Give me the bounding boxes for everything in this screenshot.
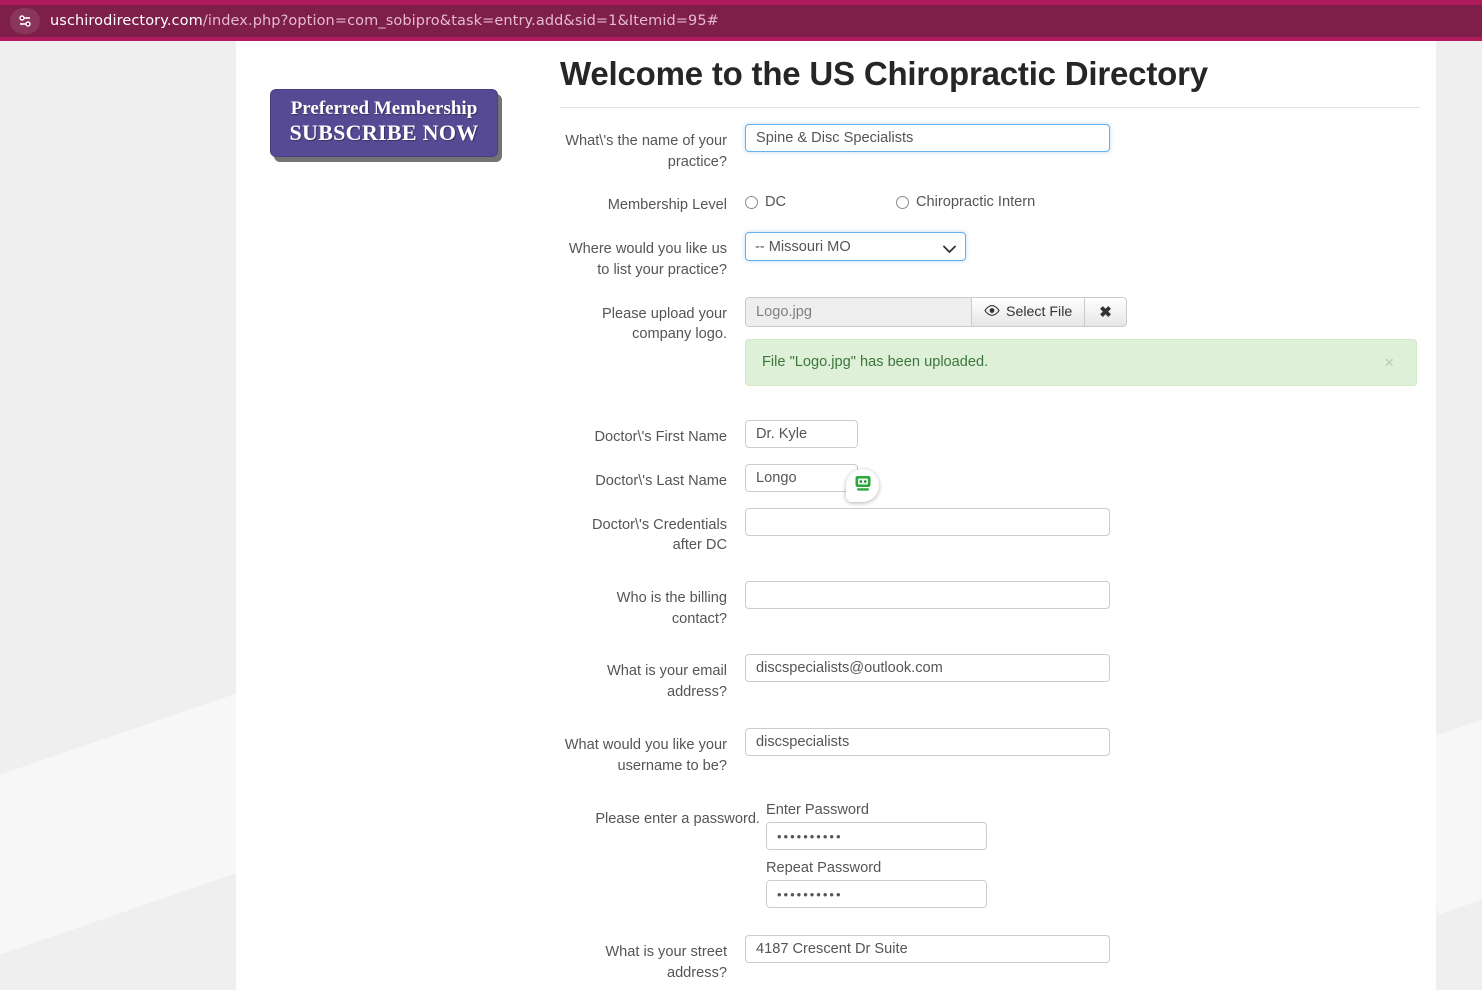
street-address-input[interactable] <box>745 935 1110 964</box>
last-name-label: Doctor\'s Last Name <box>595 472 727 489</box>
site-settings-icon[interactable] <box>10 8 40 34</box>
repeat-password-input[interactable] <box>766 880 987 909</box>
credentials-input[interactable] <box>745 507 1110 536</box>
field-row-state: Where would you like us to list your pra… <box>540 232 1440 280</box>
radio-label-dc: DC <box>765 194 787 211</box>
membership-level-label: Membership Level <box>607 197 727 214</box>
field-row-street-address: What is your street address? <box>540 935 1440 983</box>
background-streak <box>1436 717 1482 915</box>
username-label: What would you like your username to be? <box>564 736 727 774</box>
last-name-input[interactable] <box>745 463 858 492</box>
field-row-email: What is your email address? <box>540 654 1440 702</box>
field-row-username: What would you like your username to be? <box>540 727 1440 776</box>
field-row-practice-name: What\'s the name of your practice? <box>540 124 1440 172</box>
entry-form: Welcome to the US Chiropractic Directory… <box>540 41 1440 984</box>
field-row-last-name: Doctor\'s Last Name <box>540 463 1440 492</box>
subscribe-now-button[interactable]: Preferred Membership SUBSCRIBE NOW <box>270 89 498 157</box>
url-path: /index.php?option=com_sobipro&task=entry… <box>202 13 719 29</box>
email-label: What is your email address? <box>606 663 727 701</box>
password-label: Please enter a password. <box>595 811 760 828</box>
title-divider <box>560 107 1420 108</box>
eye-icon <box>984 304 1000 320</box>
state-select[interactable]: -- Missouri MO <box>745 232 966 262</box>
page-title: Welcome to the US Chiropractic Directory <box>560 55 1208 92</box>
file-upload-group: Select File ✖ <box>745 296 1440 327</box>
state-label: Where would you like us to list your pra… <box>568 241 727 278</box>
field-row-password: Please enter a password. Enter Password … <box>540 802 1440 909</box>
left-background-band <box>0 41 236 990</box>
right-background-band <box>1436 41 1482 990</box>
first-name-input[interactable] <box>745 419 858 448</box>
enter-password-input[interactable] <box>766 822 987 851</box>
radio-option-dc[interactable]: DC <box>745 194 896 210</box>
radio-dot-icon[interactable] <box>745 195 758 209</box>
background-streak <box>0 643 236 989</box>
browser-url-bar[interactable]: uschirodirectory.com /index.php?option=c… <box>0 0 1482 41</box>
close-icon[interactable]: × <box>1378 353 1400 372</box>
radio-option-chiropractic-intern[interactable]: Chiropractic Intern <box>896 194 1035 210</box>
uploaded-filename-input <box>745 296 971 327</box>
practice-name-label: What\'s the name of your practice? <box>565 133 727 170</box>
field-row-billing-contact: Who is the billing contact? <box>540 581 1440 629</box>
billing-contact-input[interactable] <box>745 581 1110 610</box>
logo-upload-label: Please upload your company logo. <box>602 305 727 343</box>
first-name-label: Doctor\'s First Name <box>594 428 727 445</box>
field-row-credentials: Doctor\'s Credentials after DC <box>540 507 1440 556</box>
robot-icon <box>853 473 873 498</box>
select-file-button[interactable]: Select File <box>971 296 1086 327</box>
field-row-membership-level: Membership Level DC Chiropractic Intern <box>540 188 1440 216</box>
promo-line-2: SUBSCRIBE NOW <box>289 120 479 146</box>
username-input[interactable] <box>745 727 1110 756</box>
select-file-label: Select File <box>1006 303 1073 320</box>
radio-dot-icon[interactable] <box>896 195 909 209</box>
upload-success-text: File "Logo.jpg" has been uploaded. <box>762 354 989 371</box>
autofill-assistant-button[interactable] <box>846 469 879 502</box>
email-input[interactable] <box>745 654 1110 683</box>
street-address-label: What is your street address? <box>605 944 727 982</box>
repeat-password-label: Repeat Password <box>766 860 882 877</box>
field-row-first-name: Doctor\'s First Name <box>540 419 1440 448</box>
credentials-label: Doctor\'s Credentials after DC <box>592 516 727 554</box>
promo-line-1: Preferred Membership <box>290 98 478 119</box>
practice-name-input[interactable] <box>745 124 1110 152</box>
url-host: uschirodirectory.com <box>50 13 203 29</box>
page-body: Preferred Membership SUBSCRIBE NOW Welco… <box>0 41 1482 990</box>
field-row-logo-upload: Please upload your company logo. Select … <box>540 296 1440 386</box>
upload-success-alert: File "Logo.jpg" has been uploaded. × <box>745 338 1417 386</box>
billing-contact-label: Who is the billing contact? <box>616 590 727 627</box>
enter-password-label: Enter Password <box>766 802 870 819</box>
radio-label-chiropractic-intern: Chiropractic Intern <box>916 194 1036 211</box>
remove-file-button[interactable]: ✖ <box>1085 296 1127 327</box>
